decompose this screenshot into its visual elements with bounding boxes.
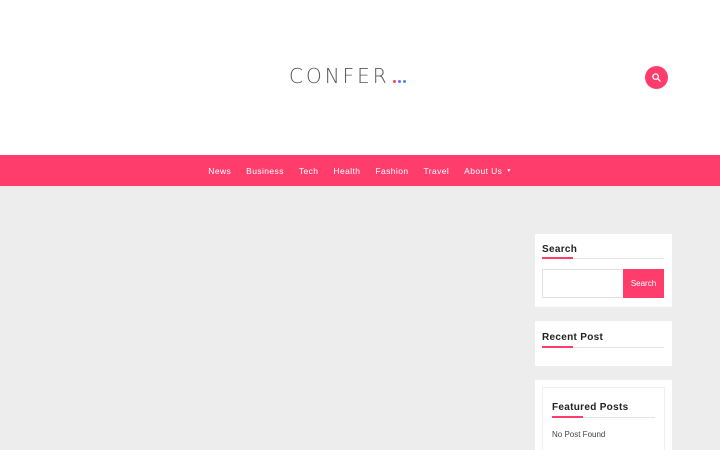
featured-posts-card: Featured Posts No Post Found bbox=[543, 388, 664, 450]
nav-item-travel[interactable]: Travel bbox=[423, 166, 449, 176]
search-icon bbox=[652, 73, 661, 82]
widget-title: Recent Post bbox=[542, 332, 604, 343]
nav-item-label: Health bbox=[333, 165, 361, 176]
nav-item-news[interactable]: News bbox=[208, 166, 231, 176]
nav-item-label: Business bbox=[246, 165, 284, 176]
logo-dot bbox=[397, 80, 401, 83]
title-accent bbox=[542, 346, 573, 348]
site-logo[interactable]: CONFER bbox=[289, 64, 406, 86]
search-button[interactable]: Search bbox=[623, 269, 664, 298]
widget-title-divider bbox=[542, 257, 664, 259]
logo-dots bbox=[392, 80, 406, 83]
logo-text: CONFER bbox=[289, 64, 390, 88]
nav-item-label: Fashion bbox=[375, 165, 409, 176]
nav-item-label: About Us bbox=[464, 165, 503, 176]
nav-item-health[interactable]: Health bbox=[333, 166, 360, 176]
search-widget: Search Search bbox=[535, 234, 672, 307]
nav-item-tech[interactable]: Tech bbox=[299, 166, 319, 176]
featured-posts-widget: Featured Posts No Post Found bbox=[535, 380, 672, 450]
nav-item-label: News bbox=[208, 165, 232, 176]
widget-title-divider bbox=[542, 346, 664, 348]
empty-state-text: No Post Found bbox=[552, 430, 606, 439]
nav-item-label: Travel bbox=[423, 165, 450, 176]
nav-item-about-us[interactable]: About Us ▼ bbox=[464, 166, 512, 176]
search-input[interactable] bbox=[542, 269, 623, 298]
site-header: CONFER bbox=[0, 0, 720, 155]
title-accent bbox=[542, 257, 573, 259]
widget-title: Featured Posts bbox=[552, 402, 629, 413]
widget-title-divider bbox=[552, 416, 655, 418]
logo-dot bbox=[392, 80, 396, 83]
main-nav: News Business Tech Health Fashion Travel… bbox=[0, 155, 720, 186]
header-search-button[interactable] bbox=[645, 66, 668, 89]
nav-item-business[interactable]: Business bbox=[246, 166, 284, 176]
title-accent bbox=[552, 416, 583, 418]
nav-item-label: Tech bbox=[298, 165, 319, 176]
logo-dot bbox=[402, 80, 406, 83]
caret-down-icon: ▼ bbox=[506, 167, 512, 174]
widget-title: Search bbox=[542, 244, 578, 255]
recent-post-widget: Recent Post bbox=[535, 321, 672, 366]
nav-item-fashion[interactable]: Fashion bbox=[375, 166, 408, 176]
